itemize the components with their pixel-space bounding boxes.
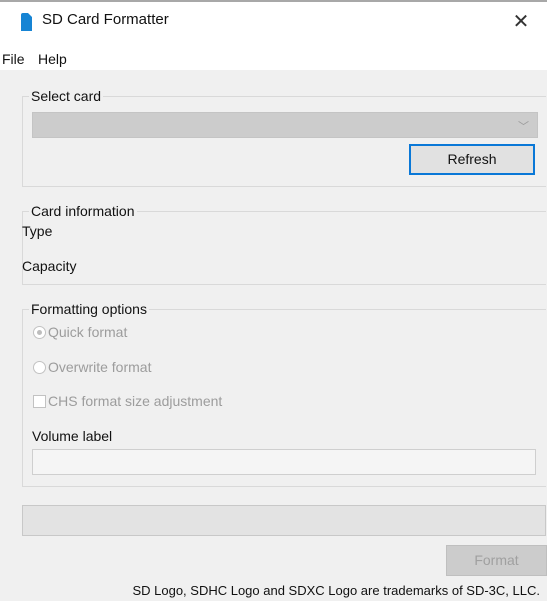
format-button[interactable]: Format xyxy=(446,545,547,576)
volume-label-caption: Volume label xyxy=(32,428,113,444)
overwrite-format-radio[interactable] xyxy=(33,361,46,374)
card-select-dropdown[interactable]: ﹀ xyxy=(32,112,538,138)
trademark-footer: SD Logo, SDHC Logo and SDXC Logo are tra… xyxy=(132,583,540,598)
sd-card-icon xyxy=(21,13,32,31)
chs-adjustment-label: CHS format size adjustment xyxy=(48,393,223,409)
chs-adjustment-checkbox[interactable] xyxy=(33,395,46,408)
menu-bar: File Help xyxy=(0,42,547,70)
window-title: SD Card Formatter xyxy=(42,11,169,28)
title-bar: SD Card Formatter ✕ xyxy=(0,2,547,42)
card-information-label: Card information xyxy=(29,203,137,219)
capacity-label: Capacity xyxy=(22,258,77,274)
close-icon[interactable]: ✕ xyxy=(511,11,531,31)
type-label: Type xyxy=(22,223,53,239)
overwrite-format-label: Overwrite format xyxy=(48,359,152,375)
card-information-group: Card information xyxy=(22,203,546,285)
menu-help[interactable]: Help xyxy=(38,51,67,67)
formatting-options-label: Formatting options xyxy=(29,301,149,317)
refresh-button[interactable]: Refresh xyxy=(409,144,535,175)
format-progress-bar xyxy=(22,505,546,536)
chevron-down-icon: ﹀ xyxy=(518,120,529,133)
volume-label-input[interactable] xyxy=(32,449,536,475)
sd-card-formatter-window: SD Card Formatter ✕ File Help Select car… xyxy=(0,0,547,601)
select-card-label: Select card xyxy=(29,88,104,104)
quick-format-label: Quick format xyxy=(48,324,128,340)
quick-format-radio[interactable] xyxy=(33,326,46,339)
menu-file[interactable]: File xyxy=(2,51,25,67)
